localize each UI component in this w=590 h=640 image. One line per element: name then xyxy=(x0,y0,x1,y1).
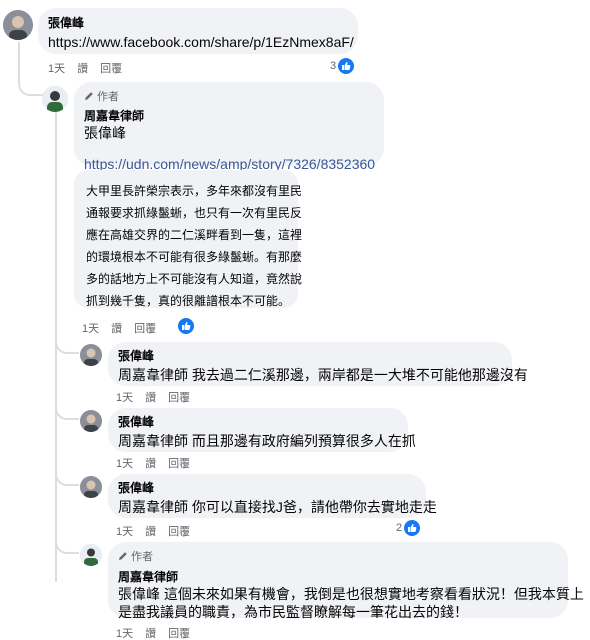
comment-bubble: 張偉峰 周嘉韋律師 而且那邊有政府編列預算很多人在抓 xyxy=(108,408,416,452)
comment-link[interactable]: https://www.facebook.com/share/p/1EzNmex… xyxy=(48,34,354,50)
quote-line: 抓到幾千隻，真的很離譜根本不可能。 xyxy=(86,294,291,308)
comment-time[interactable]: 1天 xyxy=(116,523,133,539)
avatar[interactable] xyxy=(80,410,102,432)
comment-time[interactable]: 1天 xyxy=(116,625,133,640)
comment-actions: 1天 讚 回覆 xyxy=(116,523,190,539)
comment-author[interactable]: 周嘉韋律師 xyxy=(118,568,558,585)
comment-actions: 1天 讚 回覆 xyxy=(116,625,190,640)
reply-button[interactable]: 回覆 xyxy=(168,389,190,405)
reply-button[interactable]: 回覆 xyxy=(168,455,190,471)
like-button[interactable]: 讚 xyxy=(145,389,156,405)
comment-actions: 1天 讚 回覆 xyxy=(48,60,122,76)
reaction-count: 3 xyxy=(330,60,337,72)
reaction-count: 2 xyxy=(396,522,403,534)
comment-time[interactable]: 1天 xyxy=(116,455,133,471)
comment-time[interactable]: 1天 xyxy=(116,389,133,405)
comment-text: 周嘉韋律師 而且那邊有政府編列預算很多人在抓 xyxy=(118,433,416,449)
comment-author[interactable]: 周嘉韋律師 xyxy=(84,107,374,124)
thread-connector xyxy=(55,470,79,486)
reaction-summary[interactable]: 2 xyxy=(396,520,421,536)
comment-actions: 1天 讚 回覆 xyxy=(82,320,156,336)
quote-line: 大甲里長許榮宗表示，多年來都沒有里民 xyxy=(86,184,303,198)
thread-line-main xyxy=(18,42,20,82)
pencil-icon xyxy=(118,551,128,561)
comment-actions: 1天 讚 回覆 xyxy=(116,389,190,405)
author-badge: 作者 xyxy=(84,88,374,104)
author-badge: 作者 xyxy=(118,548,558,564)
comment-bubble: 作者 周嘉韋律師 張偉峰 這個未來如果有機會，我倒是也很想實地考察看看狀況！但我… xyxy=(108,542,584,620)
reply-button[interactable]: 回覆 xyxy=(100,60,122,76)
like-icon xyxy=(404,520,421,536)
mention[interactable]: 張偉峰 xyxy=(84,124,374,142)
like-button[interactable]: 讚 xyxy=(145,523,156,539)
pencil-icon xyxy=(84,91,94,101)
comment-actions: 1天 讚 回覆 xyxy=(116,455,190,471)
comment-author[interactable]: 張偉峰 xyxy=(118,413,398,430)
comment-bubble: 張偉峰 周嘉韋律師 我去過二仁溪那邊，兩岸都是一大堆不可能他那邊沒有 xyxy=(108,342,528,386)
comment-time[interactable]: 1天 xyxy=(48,60,65,76)
author-badge-label: 作者 xyxy=(131,551,153,563)
like-icon xyxy=(178,318,194,334)
quote-line: 的環境根本不可能有很多綠鬣蜥。有那麼 xyxy=(86,250,303,264)
like-icon xyxy=(338,58,355,74)
quote-line: 應在高雄交界的二仁溪畔看到一隻，這裡 xyxy=(86,228,303,242)
like-button[interactable]: 讚 xyxy=(77,60,88,76)
comment-bubble: 張偉峰 周嘉韋律師 你可以直接找J爸，請他帶你去實地走走 xyxy=(108,474,437,518)
link-preview-quote[interactable]: 大甲里長許榮宗表示，多年來都沒有里民 通報要求抓綠鬣蜥，也只有一次有里民反 應在… xyxy=(74,170,303,308)
comment-author[interactable]: 張偉峰 xyxy=(118,347,502,364)
author-badge-label: 作者 xyxy=(97,91,119,103)
comment-text: 張偉峰 這個未來如果有機會，我倒是也很想實地考察看看狀況！但我本質上 xyxy=(118,586,584,602)
reply-button[interactable]: 回覆 xyxy=(168,625,190,640)
avatar[interactable] xyxy=(80,344,102,366)
comment-author[interactable]: 張偉峰 xyxy=(118,479,416,496)
quote-line: 通報要求抓綠鬣蜥，也只有一次有里民反 xyxy=(86,206,303,220)
comment-text: 周嘉韋律師 我去過二仁溪那邊，兩岸都是一大堆不可能他那邊沒有 xyxy=(118,367,528,383)
thread-connector xyxy=(55,404,79,420)
thread-connector xyxy=(55,538,79,554)
avatar[interactable] xyxy=(42,86,68,112)
like-button[interactable]: 讚 xyxy=(145,625,156,640)
comment-author[interactable]: 張偉峰 xyxy=(48,14,348,31)
reaction-summary[interactable] xyxy=(178,318,194,334)
comment-text: 周嘉韋律師 你可以直接找J爸，請他帶你去實地走走 xyxy=(118,499,437,515)
avatar[interactable] xyxy=(80,476,102,498)
avatar[interactable] xyxy=(80,544,102,566)
reply-button[interactable]: 回覆 xyxy=(168,523,190,539)
comment-bubble: 張偉峰 https://www.facebook.com/share/p/1Ez… xyxy=(38,8,358,54)
quote-line: 多的話地方上不可能沒有人知道，竟然說 xyxy=(86,272,303,286)
like-button[interactable]: 讚 xyxy=(145,455,156,471)
thread-connector xyxy=(55,338,79,354)
reply-button[interactable]: 回覆 xyxy=(134,320,156,336)
thread-connector xyxy=(18,78,44,96)
like-button[interactable]: 讚 xyxy=(111,320,122,336)
avatar[interactable] xyxy=(3,10,33,40)
comment-time[interactable]: 1天 xyxy=(82,320,99,336)
reaction-summary[interactable]: 3 xyxy=(330,58,355,74)
comment-bubble: 作者 周嘉韋律師 張偉峰 https://udn.com/news/amp/st… xyxy=(74,82,384,172)
comment-text: 是盡我議員的職責，為市民監督瞭解每一筆花出去的錢！ xyxy=(118,604,468,620)
